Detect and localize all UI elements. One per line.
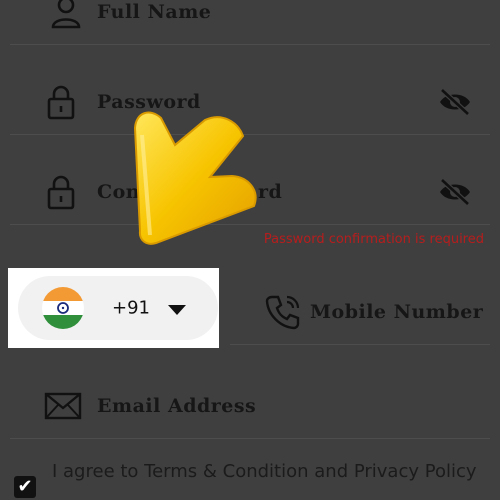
chevron-down-icon[interactable]: [168, 305, 186, 315]
password-placeholder: Password: [97, 91, 201, 113]
mobile-number-placeholder: Mobile Number: [310, 301, 484, 323]
confirm-password-placeholder-end: rd: [258, 181, 283, 203]
terms-label[interactable]: I agree to Terms & Condition and Privacy…: [52, 458, 482, 486]
phone-icon: [265, 295, 300, 330]
terms-checkbox[interactable]: ✔: [14, 476, 36, 498]
mail-icon: [44, 392, 82, 420]
country-code: +91: [112, 297, 150, 319]
lock-icon: [47, 175, 75, 210]
confirm-password-field[interactable]: Con rd: [10, 160, 490, 225]
password-field[interactable]: Password: [10, 70, 490, 135]
lock-icon: [47, 85, 75, 120]
country-code-highlight: +91: [8, 268, 219, 348]
india-flag-icon: [42, 287, 84, 329]
password-error-message: Password confirmation is required: [263, 232, 484, 247]
full-name-field[interactable]: Full Name: [10, 0, 490, 45]
eye-off-icon[interactable]: [438, 88, 472, 116]
confirm-password-placeholder-start: Con: [97, 181, 141, 203]
full-name-placeholder: Full Name: [97, 1, 212, 23]
country-code-selector[interactable]: +91: [18, 276, 218, 340]
user-icon: [51, 0, 81, 29]
email-placeholder: Email Address: [97, 395, 257, 417]
mobile-number-field[interactable]: Mobile Number: [230, 280, 490, 345]
email-field[interactable]: Email Address: [10, 374, 490, 439]
eye-off-icon[interactable]: [438, 178, 472, 206]
